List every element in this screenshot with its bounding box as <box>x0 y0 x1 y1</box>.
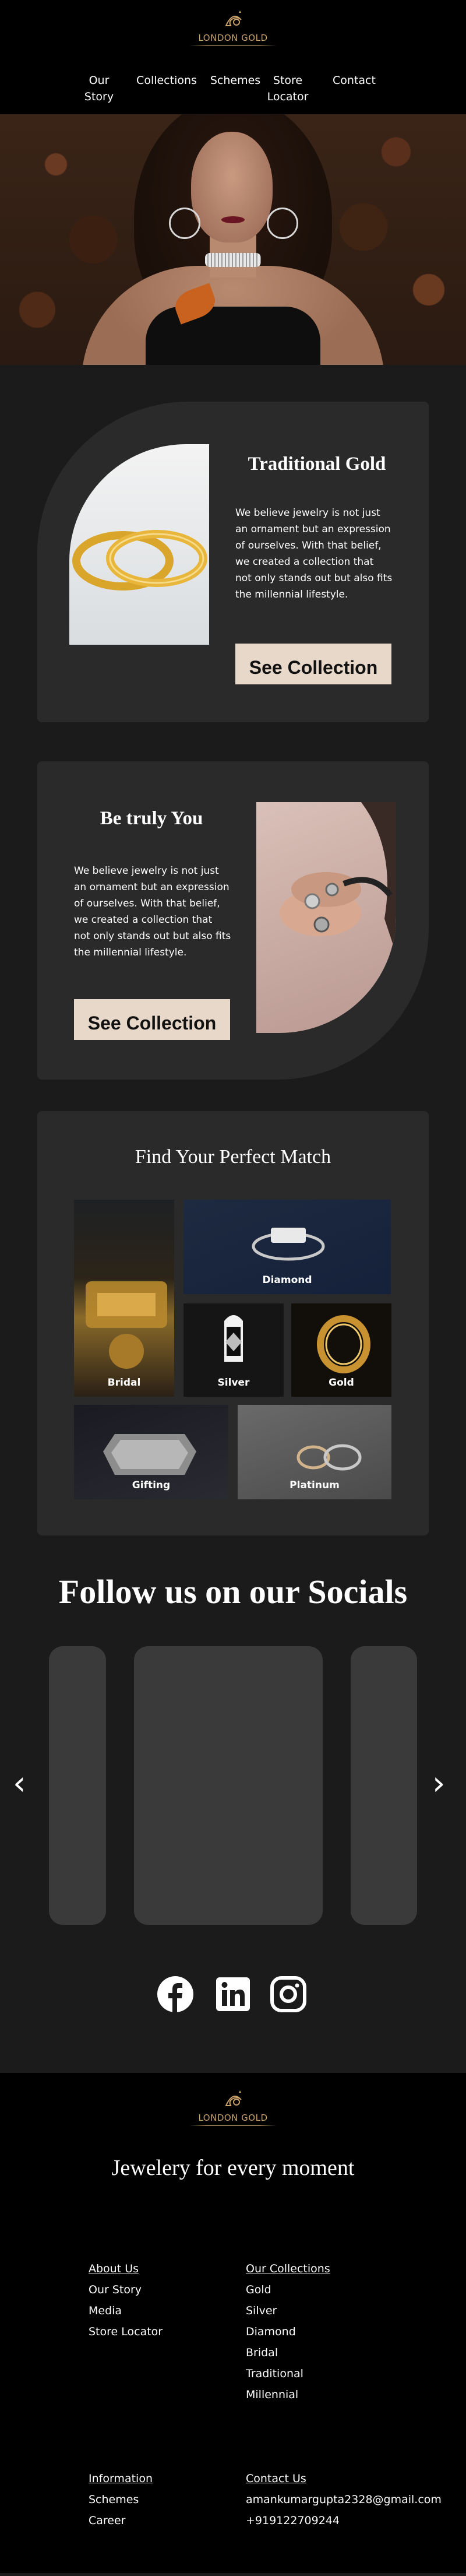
nav-store-locator[interactable]: Store Locator <box>264 72 311 105</box>
footer-contact-phone[interactable]: +919122709244 <box>246 2510 340 2531</box>
nav-schemes[interactable]: Schemes <box>207 72 263 89</box>
footer-information-heading[interactable]: Information <box>89 2468 153 2489</box>
hero-banner <box>0 114 466 365</box>
tile-platinum[interactable]: Platinum <box>238 1405 391 1499</box>
logo-emblem-icon <box>225 2090 242 2106</box>
nav-label: Store <box>273 74 303 87</box>
footer-contact-email[interactable]: amankumargupta2328@gmail.com <box>246 2489 442 2510</box>
brand-logo[interactable]: LONDON GOLD <box>188 8 278 51</box>
site-footer: LONDON GOLD Jewelery for every moment Ab… <box>0 2073 466 2573</box>
tile-label: Bridal <box>107 1377 141 1389</box>
carousel-slide-current[interactable] <box>134 1646 323 1925</box>
nav-label: Our <box>89 74 110 87</box>
nav-label: Story <box>84 90 114 103</box>
tile-label: Silver <box>217 1377 250 1389</box>
tile-diamond[interactable]: Diamond <box>183 1200 391 1294</box>
nav-collections[interactable]: Collections <box>133 72 200 89</box>
tile-silver[interactable]: Silver <box>183 1303 284 1397</box>
be-truly-you-section: Be truly You We believe jewelry is not j… <box>0 761 466 1111</box>
tile-label: Diamond <box>262 1274 312 1286</box>
footer-link-diamond[interactable]: Diamond <box>246 2321 296 2342</box>
tile-bridal[interactable]: Bridal <box>74 1200 174 1397</box>
traditional-see-collection-button[interactable]: See Collection <box>235 644 391 684</box>
footer-brand-logo[interactable]: LONDON GOLD <box>188 2088 278 2131</box>
footer-contact-heading[interactable]: Contact Us <box>246 2468 306 2489</box>
footer-link-silver[interactable]: Silver <box>246 2300 277 2321</box>
footer-collections-heading[interactable]: Our Collections <box>246 2258 330 2279</box>
tile-label: Gifting <box>132 1479 171 1491</box>
socials-section: Follow us on our Socials ‹ › <box>0 1554 466 2073</box>
traditional-description: We believe jewelry is not just an orname… <box>235 507 393 600</box>
carousel-slide-prev[interactable] <box>49 1646 106 1925</box>
footer-link-schemes[interactable]: Schemes <box>89 2489 139 2510</box>
footer-link-career[interactable]: Career <box>89 2510 126 2531</box>
footer-tagline: Jewelery for every moment <box>111 2156 355 2180</box>
socials-title: Follow us on our Socials <box>58 1573 408 1611</box>
truly-see-collection-button[interactable]: See Collection <box>74 999 230 1040</box>
footer-link-store-locator[interactable]: Store Locator <box>89 2321 163 2342</box>
hero-model-face <box>191 132 273 243</box>
instagram-icon[interactable] <box>270 1976 306 2012</box>
tile-gifting[interactable]: Gifting <box>74 1405 228 1499</box>
footer-brand-name: LONDON GOLD <box>198 2113 268 2123</box>
footer-about-heading[interactable]: About Us <box>89 2258 139 2279</box>
choker-necklace <box>205 253 261 267</box>
tile-label: Platinum <box>290 1479 340 1491</box>
tile-label: Gold <box>329 1377 354 1389</box>
tile-gold[interactable]: Gold <box>291 1303 391 1397</box>
footer-link-our-story[interactable]: Our Story <box>89 2279 142 2300</box>
logo-emblem-icon <box>225 10 242 26</box>
truly-description: We believe jewelry is not just an orname… <box>74 865 231 958</box>
footer-link-bridal[interactable]: Bridal <box>246 2342 278 2363</box>
carousel-slide-next[interactable] <box>351 1646 417 1925</box>
traditional-gold-section: Traditional Gold We believe jewelry is n… <box>0 365 466 761</box>
footer-link-media[interactable]: Media <box>89 2300 122 2321</box>
brand-name: LONDON GOLD <box>198 33 268 43</box>
carousel-next-arrow-icon[interactable]: › <box>432 1766 445 1801</box>
perfect-match-section: Find Your Perfect Match Bridal Diamond S… <box>0 1111 466 1554</box>
footer-link-millennial[interactable]: Millennial <box>246 2384 298 2405</box>
site-header: LONDON GOLD Our Story Collections Scheme… <box>0 0 466 114</box>
nav-label: Locator <box>267 90 309 103</box>
main-nav: Our Story Collections Schemes Store Loca… <box>0 72 466 107</box>
carousel-prev-arrow-icon[interactable]: ‹ <box>13 1766 26 1801</box>
match-title: Find Your Perfect Match <box>135 1146 331 1168</box>
linkedin-icon[interactable] <box>215 1976 251 2012</box>
traditional-title: Traditional Gold <box>248 454 386 475</box>
facebook-icon[interactable] <box>157 1976 193 2012</box>
earring-right <box>267 208 298 239</box>
footer-link-traditional[interactable]: Traditional <box>246 2363 303 2384</box>
nav-our-story[interactable]: Our Story <box>82 72 116 105</box>
nav-contact[interactable]: Contact <box>330 72 379 89</box>
footer-link-gold[interactable]: Gold <box>246 2279 271 2300</box>
logo-underline <box>189 2125 277 2126</box>
truly-title: Be truly You <box>100 808 203 829</box>
earring-left <box>169 208 200 239</box>
logo-underline <box>189 45 277 46</box>
